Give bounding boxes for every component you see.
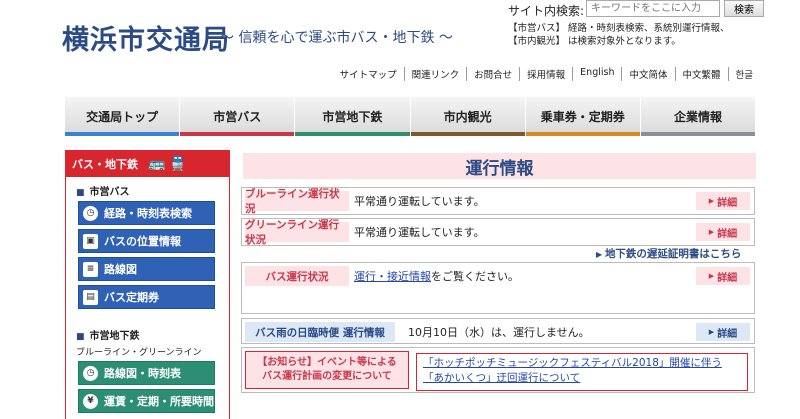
bus-status-label: バス運行状況 [245,266,349,286]
sidebar-btn-subway-fare[interactable]: ¥ 運賃・定期・所要時間 [78,389,215,413]
nav-color-bar [525,132,640,136]
bus-approach-link[interactable]: 運行・接近情報 [354,270,431,283]
bus-status-suffix: をご覧ください。 [431,270,519,283]
sidebar-btn-bus-location[interactable]: ▣ バスの位置情報 [78,229,215,253]
coin-icon: ¥ [83,393,98,409]
sidebar-btn-subway-map[interactable]: ◷ 路線図・時刻表 [78,361,215,385]
notice-content: 「ホッチポッチミュージックフェスティバル2018」開催に伴う「あかいくつ」迂回運… [416,353,748,391]
bus-status-row: バス運行状況 運行・接近情報をご覧ください。 詳細 [241,262,755,314]
search-note: 【市営バス】 経路・時刻表検索、系統別運行情報、 【市内観光】 は検索対象外とな… [508,22,730,48]
list-icon: ≡ [83,261,98,277]
sidebar-btn-label: 経路・時刻表検索 [104,207,192,220]
rain-bus-text: 10月10日（水）は、運行しません。 [408,326,590,339]
nav-color-bar [295,132,410,136]
sidebar-subway-lines: ブルーライン・グリーンライン [76,348,202,358]
rain-bus-row: バス雨の日臨時便 運行情報 10月10日（水）は、運行しません。 詳細 [241,318,755,344]
util-link-chinese-simplified[interactable]: 中文简体 [621,67,674,81]
notice-link[interactable]: 「ホッチポッチミュージックフェスティバル2018」開催に伴う「あかいくつ」迂回運… [423,357,722,384]
utility-links: サイトマップ 関連リンク お問合せ 採用情報 English 中文简体 中文繁體… [333,67,760,81]
nav-color-bar [640,132,756,136]
nav-item-label: 乗車券・定期券 [540,110,625,124]
green-line-status-row: グリーンライン運行状況 平常通り運転しています。 詳細 [241,218,755,246]
sidebar-btn-route-map[interactable]: ≡ 路線図 [78,257,215,281]
rain-bus-detail-button[interactable]: 詳細 [696,323,750,341]
nav-color-bar [65,132,180,136]
nav-item-sightseeing[interactable]: 市内観光 [410,97,526,136]
util-link-chinese-traditional[interactable]: 中文繁體 [674,67,728,81]
bus-status-text: 運行・接近情報をご覧ください。 [354,268,519,284]
sidebar-btn-route-search[interactable]: ◷ 経路・時刻表検索 [78,201,215,225]
util-link-english[interactable]: English [572,67,621,81]
green-line-status-label: グリーンライン運行状況 [245,219,349,246]
rain-bus-label: バス雨の日臨時便 運行情報 [245,322,395,342]
search-button[interactable]: 検索 [724,0,764,17]
nav-item-corporate[interactable]: 企業情報 [640,97,757,136]
bus-icon: ▣ [83,233,98,249]
util-link-korean[interactable]: 한글 [727,67,760,81]
blue-line-status-text: 平常通り運転しています。 [354,195,485,208]
blue-line-detail-button[interactable]: 詳細 [696,192,750,210]
sidebar-btn-label: 路線図 [104,263,137,276]
search-note-line-1: 【市営バス】 経路・時刻表検索、系統別運行情報、 [508,23,730,34]
notice-label: 【お知らせ】イベント等による バス運行計画の変更について [245,351,409,389]
sidebar-header-label: バス・地下鉄 [72,158,138,171]
site-logo[interactable]: 横浜市交通局 [62,18,230,57]
search-label: サイト内検索: [508,4,585,18]
nav-item-bus[interactable]: 市営バス [180,97,296,136]
sidebar-btn-label: 路線図・時刻表 [104,367,181,380]
nav-color-bar [180,132,295,136]
page: 横浜市交通局 〜 信頼を心で運ぶ市バス・地下鉄 〜 サイト内検索: 検索 【市営… [0,0,800,419]
clock-icon: ◷ [83,205,98,221]
green-line-status-text: 平常通り運転しています。 [354,226,485,239]
notice-label-line-1: 【お知らせ】イベント等による [257,357,397,368]
util-link-recruit[interactable]: 採用情報 [519,67,572,81]
green-line-detail-button[interactable]: 詳細 [696,223,750,241]
site-tagline: 〜 信頼を心で運ぶ市バス・地下鉄 〜 [220,30,453,46]
bus-train-icon: 🚌🚆 [148,156,191,172]
util-link-related[interactable]: 関連リンク [403,67,467,81]
sidebar-section-bus: 市営バス [66,177,229,201]
page-title: 運行情報 [243,153,756,179]
bus-detail-button[interactable]: 詳細 [696,267,750,285]
search-input[interactable] [586,0,720,17]
sidebar-btn-label: バスの位置情報 [104,235,181,248]
sidebar-header: バス・地下鉄 🚌🚆 [66,151,229,177]
sidebar-section-subway: 市営地下鉄 [66,313,229,345]
nav-item-tickets[interactable]: 乗車券・定期券 [525,97,641,136]
nav-item-label: 交通局トップ [86,110,159,124]
notice-label-line-2: バス運行計画の変更について [262,371,392,382]
nav-color-bar [410,132,525,136]
clock-icon: ◷ [83,365,98,381]
util-link-contact[interactable]: お問合せ [466,67,519,81]
blue-line-status-row: ブルーライン運行状況 平常通り運転しています。 詳細 [241,187,755,215]
sidebar-btn-label: 運賃・定期・所要時間 [104,395,214,408]
sidebar-btn-label: バス定期券 [104,291,159,304]
nav-item-label: 市内観光 [443,110,492,124]
nav-item-top[interactable]: 交通局トップ [65,97,181,136]
util-link-sitemap[interactable]: サイトマップ [333,67,404,81]
nav-item-label: 企業情報 [673,110,722,124]
global-nav: 交通局トップ 市営バス 市営地下鉄 市内観光 乗車券・定期券 企業情報 [65,97,757,136]
nav-item-subway[interactable]: 市営地下鉄 [295,97,411,136]
nav-item-label: 市営地下鉄 [322,110,383,124]
sidebar: バス・地下鉄 🚌🚆 市営バス ◷ 経路・時刻表検索 ▣ バスの位置情報 ≡ 路線図 ▤… [65,150,230,419]
pass-icon: ▤ [83,289,98,305]
search-note-line-2: 【市内観光】 は検索対象外となります。 [508,36,681,47]
sidebar-btn-bus-pass[interactable]: ▤ バス定期券 [78,285,215,309]
nav-item-label: 市営バス [213,110,262,124]
delay-certificate-link[interactable]: 地下鉄の遅延証明書はこちら [596,246,742,261]
notice-row: 【お知らせ】イベント等による バス運行計画の変更について 「ホッチポッチミュージ… [241,347,755,393]
blue-line-status-label: ブルーライン運行状況 [245,188,349,215]
